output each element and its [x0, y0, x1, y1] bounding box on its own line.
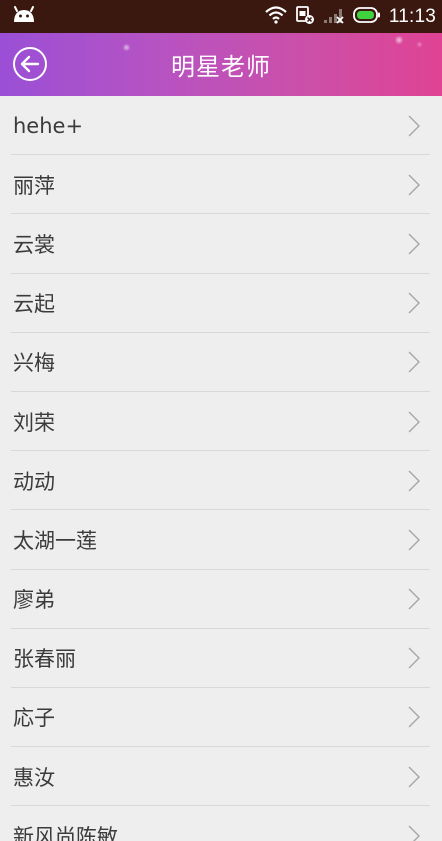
chevron-right-icon — [408, 174, 420, 196]
list-item[interactable]: 云起 — [0, 274, 442, 333]
list-item-label: 动动 — [13, 469, 55, 494]
header-sparkle — [396, 37, 402, 43]
title-bar: 明星老师 — [0, 33, 442, 96]
signal-icon — [323, 6, 345, 28]
chevron-right-icon — [408, 292, 420, 314]
list-item[interactable]: hehe+ — [0, 96, 442, 156]
list-item[interactable]: 兴梅 — [0, 333, 442, 393]
list-item-label: hehe+ — [13, 113, 84, 138]
list-item-label: 新风尚陈敏 — [13, 824, 118, 841]
list-item-label: 张春丽 — [13, 647, 76, 672]
header-sparkle — [418, 43, 421, 46]
chevron-right-icon — [408, 529, 420, 551]
back-button[interactable] — [13, 47, 47, 81]
wifi-icon — [265, 5, 287, 28]
list-item-label: 刘荣 — [13, 410, 55, 435]
list-item[interactable]: 张春丽 — [0, 629, 442, 689]
list-item[interactable]: 动动 — [0, 451, 442, 511]
list-item-label: 兴梅 — [13, 351, 55, 376]
chevron-right-icon — [408, 115, 420, 137]
list-item[interactable]: 太湖一莲 — [0, 510, 442, 570]
list-item[interactable]: 廖弟 — [0, 570, 442, 629]
page-title: 明星老师 — [171, 53, 271, 81]
status-time: 11:13 — [388, 5, 436, 27]
status-left — [12, 5, 36, 28]
list-item[interactable]: 応子 — [0, 688, 442, 748]
battery-icon — [352, 6, 381, 27]
list-item-label: 廖弟 — [13, 588, 55, 613]
chevron-right-icon — [408, 588, 420, 610]
list-item[interactable]: 惠汝 — [0, 747, 442, 807]
chevron-right-icon — [408, 766, 420, 788]
header-sparkle — [124, 45, 129, 50]
list-item-label: 云裳 — [13, 232, 55, 257]
list-item[interactable]: 新风尚陈敏 — [0, 806, 442, 841]
list-item[interactable]: 云裳 — [0, 214, 442, 274]
list-item[interactable]: 刘荣 — [0, 392, 442, 452]
sim-card-icon — [295, 5, 315, 29]
android-icon — [12, 5, 36, 28]
list-item-label: 太湖一莲 — [13, 528, 97, 553]
list-item-label: 応子 — [13, 706, 55, 731]
chevron-right-icon — [408, 706, 420, 728]
list-item[interactable]: 丽萍 — [0, 155, 442, 215]
list-item-label: 惠汝 — [13, 765, 55, 790]
chevron-right-icon — [408, 411, 420, 433]
status-right: 11:13 — [265, 5, 436, 29]
chevron-right-icon — [408, 351, 420, 373]
chevron-right-icon — [408, 647, 420, 669]
chevron-right-icon — [408, 825, 420, 841]
list-item-label: 云起 — [13, 292, 55, 317]
back-arrow-icon — [20, 55, 40, 73]
list-item-label: 丽萍 — [13, 173, 55, 198]
chevron-right-icon — [408, 233, 420, 255]
status-bar: 11:13 — [0, 0, 442, 33]
teacher-list: hehe+ 丽萍 云裳 云起 兴梅 刘荣 动动 太湖一莲 廖弟 张春丽 応子 惠… — [0, 96, 442, 841]
chevron-right-icon — [408, 470, 420, 492]
